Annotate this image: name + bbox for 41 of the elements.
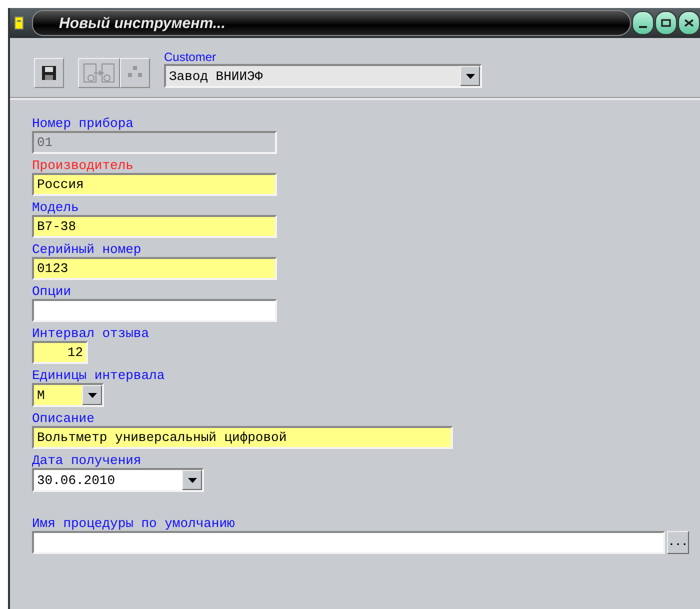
dots-button[interactable] [120, 58, 150, 88]
field-label: Номер прибора [32, 116, 134, 131]
dropdown-button[interactable] [82, 385, 102, 405]
field-label: Опции [32, 284, 72, 299]
browse-button[interactable]: ... [667, 531, 689, 554]
dropdown-arrow-icon [88, 392, 96, 398]
connect-button[interactable] [78, 58, 120, 88]
window-title: Новый инструмент... [59, 14, 226, 32]
dropdown-arrow-icon [466, 74, 474, 78]
text-field[interactable] [32, 531, 665, 554]
close-button[interactable] [678, 11, 700, 35]
text-field[interactable]: Россия [32, 173, 277, 196]
text-field[interactable]: B7-38 [32, 215, 277, 238]
minimize-icon [639, 26, 647, 28]
field-label: Имя процедуры по умолчанию [32, 516, 236, 531]
minimize-button[interactable] [632, 11, 654, 35]
dropdown-button[interactable] [182, 470, 202, 490]
text-field[interactable]: 0123 [32, 257, 277, 280]
text-field[interactable]: Вольтметр универсальный цифровой [32, 426, 453, 449]
field-label: Производитель [32, 158, 134, 173]
field-label: Интервал отзыва [32, 326, 150, 341]
dropdown-button[interactable] [460, 66, 480, 86]
customer-dropdown[interactable]: Завод ВНИИЭФ [164, 64, 482, 88]
dropdown-field[interactable]: M [32, 383, 104, 407]
field-label: Серийный номер [32, 242, 142, 257]
maximize-icon [661, 18, 671, 28]
text-field[interactable]: 12 [32, 341, 88, 364]
maximize-button[interactable] [655, 11, 677, 35]
save-icon [41, 65, 57, 81]
dropdown-field[interactable]: 30.06.2010 [32, 468, 204, 492]
field-label: Дата получения [32, 453, 142, 468]
field-label: Модель [32, 200, 80, 215]
text-field[interactable] [32, 299, 277, 322]
customer-label: Customer [164, 50, 218, 64]
dropdown-arrow-icon [188, 478, 196, 482]
close-icon [684, 18, 694, 28]
field-label: Единицы интервала [32, 368, 166, 383]
app-icon [14, 16, 24, 30]
connect-icon [82, 61, 116, 85]
field-label: Описание [32, 411, 96, 426]
save-button[interactable] [34, 58, 64, 88]
